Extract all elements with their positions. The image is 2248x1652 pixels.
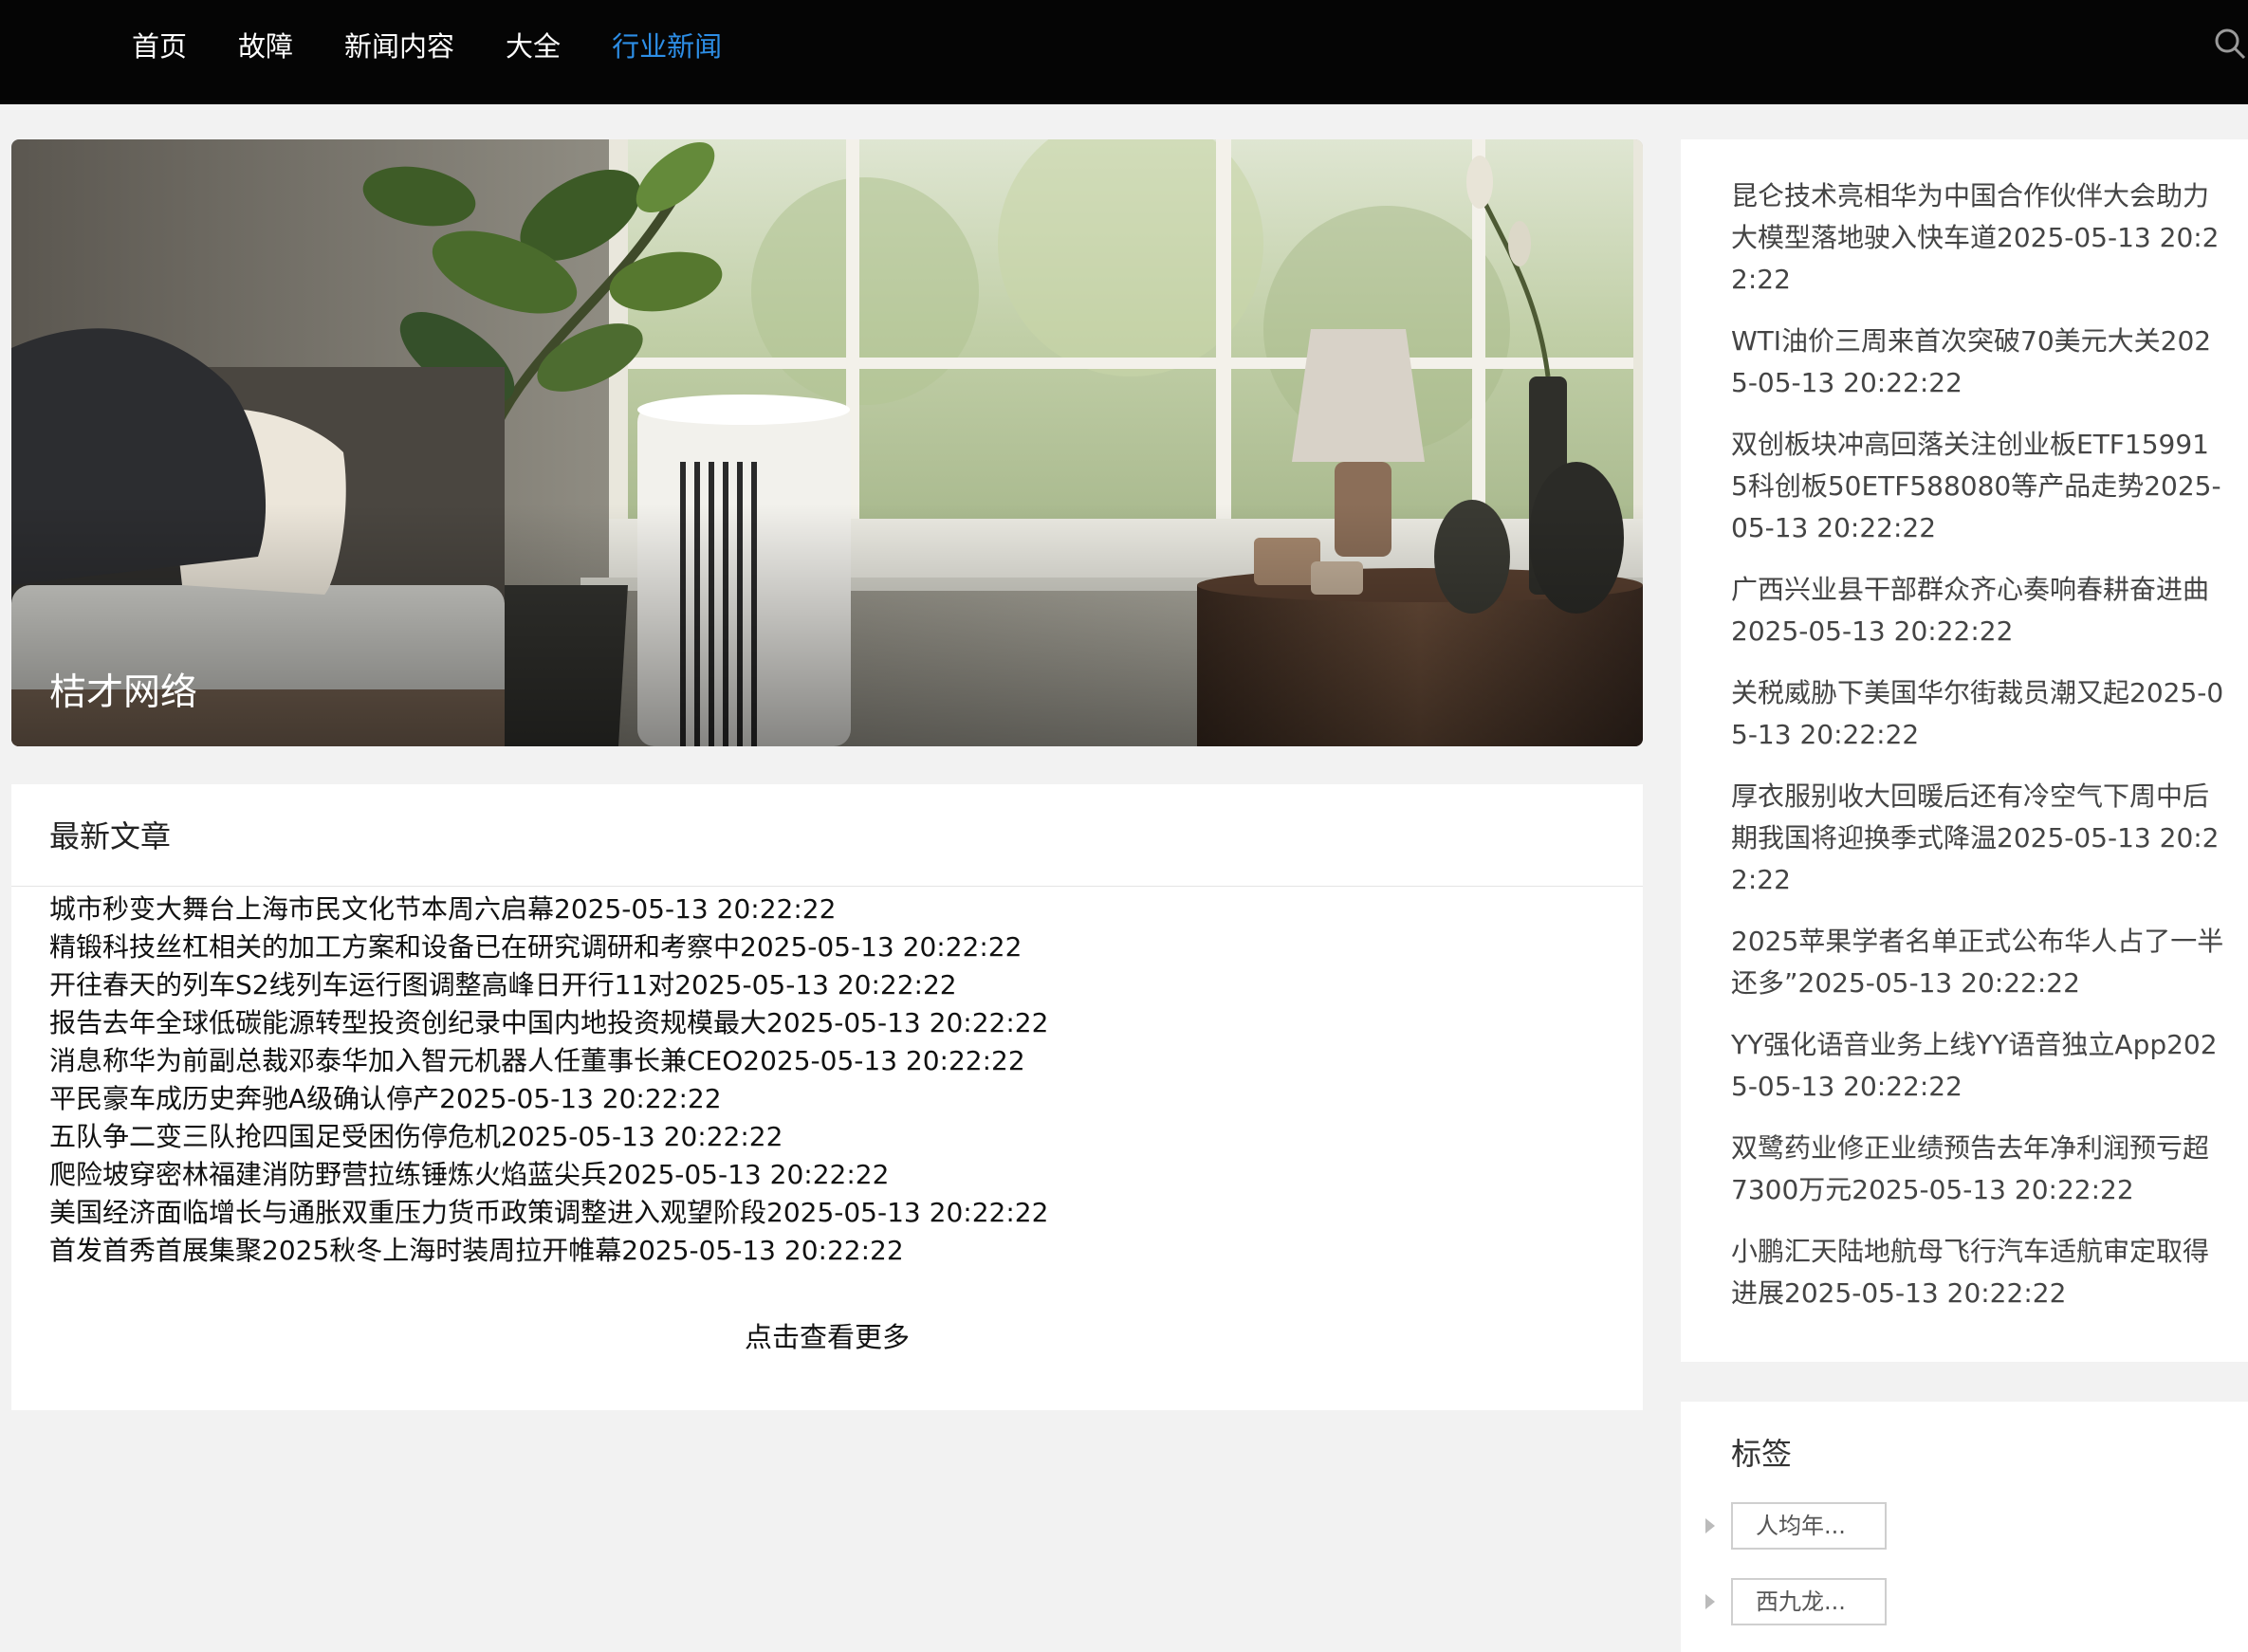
sidebar-news-list: 昆仑技术亮相华为中国合作伙伴大会助力大模型落地驶入快车道2025-05-13 2…	[1731, 175, 2224, 1334]
latest-articles-title: 最新文章	[49, 818, 172, 854]
tag-row: 西九龙...	[1705, 1578, 1887, 1625]
hero-caption: 桔才网络	[49, 671, 198, 714]
article-link[interactable]: 城市秒变大舞台上海市民文化节本周六启幕2025-05-13 20:22:22	[49, 890, 1048, 928]
article-link[interactable]: 报告去年全球低碳能源转型投资创纪录中国内地投资规模最大2025-05-13 20…	[49, 1004, 1048, 1042]
sidebar-news-link[interactable]: 双鹭药业修正业绩预告去年净利润预亏超7300万元2025-05-13 20:22…	[1731, 1128, 2224, 1211]
article-link[interactable]: 消息称华为前副总裁邓泰华加入智元机器人任董事长兼CEO2025-05-13 20…	[49, 1042, 1048, 1080]
latest-articles-panel: 最新文章 城市秒变大舞台上海市民文化节本周六启幕2025-05-13 20:22…	[11, 784, 1643, 1410]
caret-right-icon	[1705, 1518, 1715, 1533]
sidebar-news-link[interactable]: 广西兴业县干部群众齐心奏响春耕奋进曲2025-05-13 20:22:22	[1731, 569, 2224, 652]
article-link[interactable]: 开往春天的列车S2线列车运行图调整高峰日开行11对2025-05-13 20:2…	[49, 966, 1048, 1004]
sidebar-news-link[interactable]: 小鹏汇天陆地航母飞行汽车适航审定取得进展2025-05-13 20:22:22	[1731, 1231, 2224, 1314]
article-link[interactable]: 美国经济面临增长与通胀双重压力货币政策调整进入观望阶段2025-05-13 20…	[49, 1194, 1048, 1232]
nav-item-news-content[interactable]: 新闻内容	[344, 25, 454, 64]
search-icon[interactable]	[2213, 27, 2247, 61]
sidebar-news-panel: 昆仑技术亮相华为中国合作伙伴大会助力大模型落地驶入快车道2025-05-13 2…	[1681, 139, 2248, 1362]
main-nav: 首页 故障 新闻内容 大全 行业新闻	[132, 0, 773, 89]
sidebar-news-link[interactable]: 关税威胁下美国华尔街裁员潮又起2025-05-13 20:22:22	[1731, 672, 2224, 756]
article-link[interactable]: 爬险坡穿密林福建消防野营拉练锤炼火焰蓝尖兵2025-05-13 20:22:22	[49, 1156, 1048, 1194]
sidebar-news-link[interactable]: 厚衣服别收大回暖后还有冷空气下周中后期我国将迎换季式降温2025-05-13 2…	[1731, 776, 2224, 901]
hero-banner[interactable]: 桔才网络	[11, 139, 1643, 746]
view-more-link[interactable]: 点击查看更多	[11, 1315, 1643, 1355]
sidebar-news-link[interactable]: 双创板块冲高回落关注创业板ETF159915科创板50ETF588080等产品走…	[1731, 424, 2224, 549]
article-link[interactable]: 平民豪车成历史奔驰A级确认停产2025-05-13 20:22:22	[49, 1080, 1048, 1118]
tags-title: 标签	[1731, 1436, 1793, 1472]
nav-item-home[interactable]: 首页	[132, 25, 187, 64]
article-link[interactable]: 五队争二变三队抢四国足受困伤停危机2025-05-13 20:22:22	[49, 1118, 1048, 1156]
sidebar-news-link[interactable]: WTI油价三周来首次突破70美元大关2025-05-13 20:22:22	[1731, 321, 2224, 404]
tag-chip[interactable]: 人均年...	[1731, 1502, 1887, 1550]
nav-item-industry-news[interactable]: 行业新闻	[612, 25, 722, 64]
sidebar-news-link[interactable]: 2025苹果学者名单正式公布华人占了一半还多”2025-05-13 20:22:…	[1731, 921, 2224, 1004]
sidebar-news-link[interactable]: YY强化语音业务上线YY语音独立App2025-05-13 20:22:22	[1731, 1024, 2224, 1108]
tag-row: 人均年...	[1705, 1502, 1887, 1550]
caret-right-icon	[1705, 1594, 1715, 1609]
nav-item-faults[interactable]: 故障	[238, 25, 293, 64]
nav-item-collection[interactable]: 大全	[506, 25, 561, 64]
tag-chip[interactable]: 西九龙...	[1731, 1578, 1887, 1625]
divider	[11, 886, 1643, 887]
article-link[interactable]: 首发首秀首展集聚2025秋冬上海时装周拉开帷幕2025-05-13 20:22:…	[49, 1232, 1048, 1270]
hero-image	[11, 139, 1643, 746]
article-list: 城市秒变大舞台上海市民文化节本周六启幕2025-05-13 20:22:22 精…	[49, 890, 1048, 1270]
tags-panel: 标签 人均年... 西九龙...	[1681, 1402, 2248, 1652]
top-navigation-bar: 首页 故障 新闻内容 大全 行业新闻	[0, 0, 2248, 104]
article-link[interactable]: 精锻科技丝杠相关的加工方案和设备已在研究调研和考察中2025-05-13 20:…	[49, 928, 1048, 966]
sidebar-news-link[interactable]: 昆仑技术亮相华为中国合作伙伴大会助力大模型落地驶入快车道2025-05-13 2…	[1731, 175, 2224, 301]
